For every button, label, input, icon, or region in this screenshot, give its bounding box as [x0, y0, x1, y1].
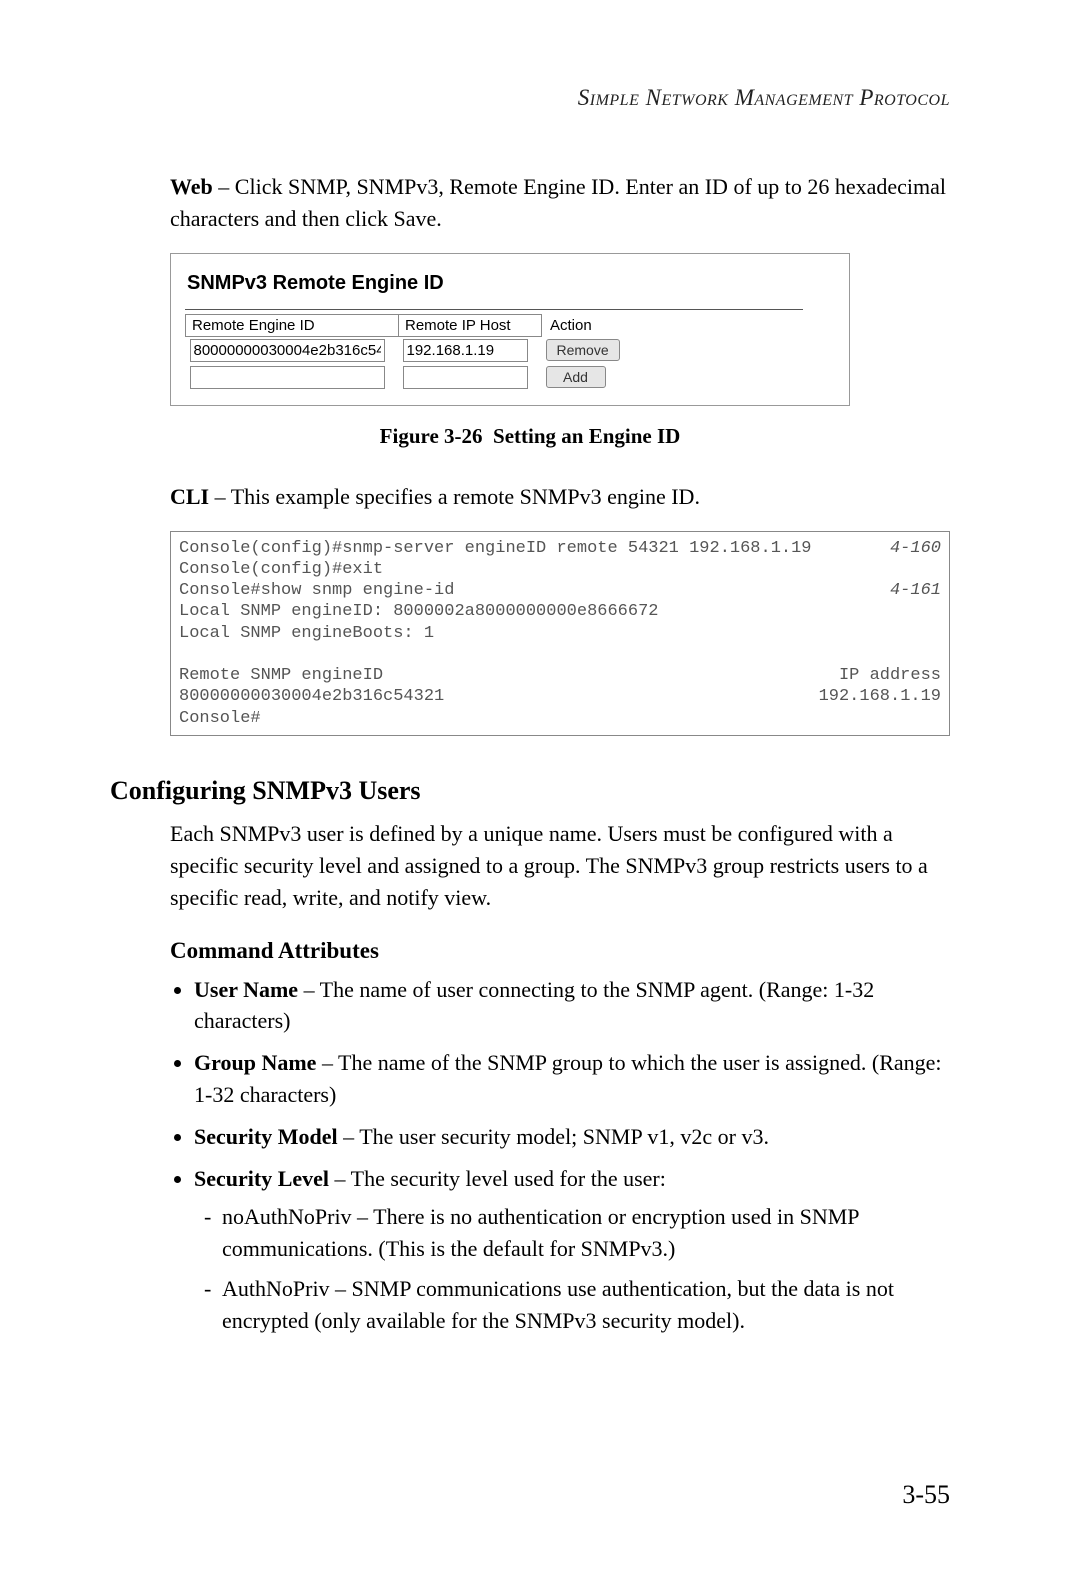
sub-list-item: AuthNoPriv – SNMP communications use aut…: [222, 1273, 950, 1337]
panel-divider: [185, 309, 803, 310]
engine-id-input-1[interactable]: [190, 339, 385, 362]
col-header-host: Remote IP Host: [399, 314, 542, 336]
cli-line: Remote SNMP engineID: [179, 665, 383, 686]
cli-line: Console(config)#snmp-server engineID rem…: [179, 538, 812, 559]
list-item: Security Model – The user security model…: [194, 1121, 950, 1153]
ui-screenshot-panel: SNMPv3 Remote Engine ID Remote Engine ID…: [170, 253, 850, 406]
cli-line: Local SNMP engineBoots: 1: [179, 624, 434, 643]
cli-intro-paragraph: CLI – This example specifies a remote SN…: [170, 481, 950, 513]
attr-term: Group Name: [194, 1050, 316, 1075]
attr-desc: – The security level used for the user:: [329, 1166, 666, 1191]
section-paragraph: Each SNMPv3 user is defined by a unique …: [170, 818, 950, 914]
cli-line: Local SNMP engineID: 8000002a8000000000e…: [179, 602, 658, 621]
intro-lead: Web: [170, 174, 213, 199]
cli-ref: 4-160: [870, 538, 941, 559]
engine-id-input-2[interactable]: [190, 366, 385, 389]
add-button[interactable]: Add: [546, 366, 606, 388]
attribute-list: User Name – The name of user connecting …: [170, 974, 950, 1337]
cli-line: Console(config)#exit: [179, 560, 383, 579]
figure-caption: Figure 3-26 Setting an Engine ID: [110, 424, 950, 449]
cli-col: IP address: [839, 665, 941, 686]
engine-id-table: Remote Engine ID Remote IP Host Action R…: [185, 314, 636, 391]
list-item: Group Name – The name of the SNMP group …: [194, 1047, 950, 1111]
sub-list: noAuthNoPriv – There is no authenticatio…: [194, 1201, 950, 1337]
col-header-engine: Remote Engine ID: [186, 314, 399, 336]
figure-caption-text: Setting an Engine ID: [493, 424, 680, 448]
subsection-heading: Command Attributes: [170, 938, 950, 964]
host-input-1[interactable]: [403, 339, 528, 362]
attr-term: Security Model: [194, 1124, 338, 1149]
panel-title: SNMPv3 Remote Engine ID: [187, 272, 835, 295]
host-input-2[interactable]: [403, 366, 528, 389]
col-header-action: Action: [542, 314, 637, 336]
section-heading: Configuring SNMPv3 Users: [110, 776, 950, 806]
intro-rest: – Click SNMP, SNMPv3, Remote Engine ID. …: [170, 174, 946, 231]
list-item: User Name – The name of user connecting …: [194, 974, 950, 1038]
remove-button[interactable]: Remove: [546, 339, 620, 361]
attr-term: Security Level: [194, 1166, 329, 1191]
cli-line: Console#: [179, 709, 261, 728]
figure-label: Figure 3-26: [380, 424, 483, 448]
cli-rest: – This example specifies a remote SNMPv3…: [209, 484, 700, 509]
cli-line: Console#show snmp engine-id: [179, 580, 454, 601]
table-row: Add: [186, 364, 637, 391]
cli-col: 192.168.1.19: [819, 686, 941, 707]
page-header: Simple Network Management Protocol: [110, 85, 950, 111]
cli-output-block: Console(config)#snmp-server engineID rem…: [170, 531, 950, 736]
attr-desc: – The user security model; SNMP v1, v2c …: [338, 1124, 769, 1149]
attr-term: User Name: [194, 977, 298, 1002]
table-header-row: Remote Engine ID Remote IP Host Action: [186, 314, 637, 336]
table-row: Remove: [186, 336, 637, 364]
list-item: Security Level – The security level used…: [194, 1163, 950, 1336]
cli-lead: CLI: [170, 484, 209, 509]
intro-paragraph: Web – Click SNMP, SNMPv3, Remote Engine …: [170, 171, 950, 235]
page-number: 3-55: [902, 1480, 950, 1510]
cli-line: 80000000030004e2b316c54321: [179, 686, 444, 707]
sub-list-item: noAuthNoPriv – There is no authenticatio…: [222, 1201, 950, 1265]
cli-ref: 4-161: [870, 580, 941, 601]
